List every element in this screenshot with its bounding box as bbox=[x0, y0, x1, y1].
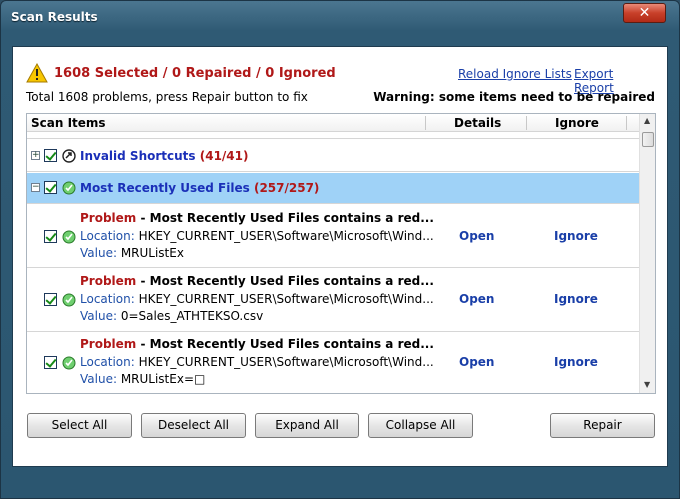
scan-results-window: Scan Results ✕ 1608 Selected / 0 Repaire… bbox=[0, 0, 680, 499]
value-line: Value: 0=Sales_ATHTEKSO.csv bbox=[80, 309, 264, 323]
list-item[interactable]: Problem - Most Recently Used Files conta… bbox=[27, 205, 639, 268]
ignore-link[interactable]: Ignore bbox=[554, 292, 598, 306]
scan-items-list[interactable]: Scan Items Details Ignore + Invalid Shor… bbox=[26, 113, 656, 394]
category-row-most-recently-used[interactable]: − Most Recently Used Files (257/257) bbox=[27, 173, 639, 204]
item-checkbox[interactable] bbox=[44, 356, 57, 369]
expand-toggle-icon[interactable]: + bbox=[31, 151, 40, 160]
category-title: Most Recently Used Files (257/257) bbox=[80, 181, 319, 195]
deselect-all-button[interactable]: Deselect All bbox=[141, 413, 246, 438]
category-checkbox[interactable] bbox=[44, 181, 57, 194]
summary-row: 1608 Selected / 0 Repaired / 0 Ignored R… bbox=[26, 63, 656, 95]
vertical-scrollbar[interactable]: ▲ ▼ bbox=[639, 114, 655, 393]
open-link[interactable]: Open bbox=[459, 229, 494, 243]
select-all-button[interactable]: Select All bbox=[27, 413, 132, 438]
value-line: Value: MRUListEx=□ bbox=[80, 372, 206, 386]
category-count: (257/257) bbox=[253, 181, 320, 195]
collapse-all-button[interactable]: Collapse All bbox=[368, 413, 473, 438]
item-checkbox[interactable] bbox=[44, 230, 57, 243]
open-link[interactable]: Open bbox=[459, 355, 494, 369]
collapse-toggle-icon[interactable]: − bbox=[31, 183, 40, 192]
close-button[interactable]: ✕ bbox=[623, 3, 666, 23]
registry-item-icon bbox=[62, 293, 76, 307]
category-count: (41/41) bbox=[199, 149, 249, 163]
location-line: Location: HKEY_CURRENT_USER\Software\Mic… bbox=[80, 355, 434, 369]
scan-summary: 1608 Selected / 0 Repaired / 0 Ignored bbox=[54, 66, 336, 81]
scroll-thumb[interactable] bbox=[642, 132, 654, 147]
reload-ignore-lists-link[interactable]: Reload Ignore Lists bbox=[458, 67, 572, 81]
category-name: Most Recently Used Files bbox=[80, 181, 250, 195]
list-item[interactable]: Problem - Most Recently Used Files conta… bbox=[27, 269, 639, 332]
column-divider bbox=[526, 116, 527, 130]
list-item[interactable]: Problem - Most Recently Used Files conta… bbox=[27, 333, 639, 393]
category-title: Invalid Shortcuts (41/41) bbox=[80, 149, 248, 163]
warning-icon bbox=[26, 63, 48, 83]
repair-warning-text: Warning: some items need to be repaired bbox=[373, 90, 655, 104]
scroll-down-icon[interactable]: ▼ bbox=[644, 380, 650, 389]
column-divider bbox=[425, 116, 426, 130]
problems-summary-text: Total 1608 problems, press Repair button… bbox=[26, 90, 308, 104]
ignore-link[interactable]: Ignore bbox=[554, 355, 598, 369]
value-line: Value: MRUListEx bbox=[80, 246, 184, 260]
problem-description: Problem - Most Recently Used Files conta… bbox=[80, 274, 434, 288]
column-ignore[interactable]: Ignore bbox=[555, 116, 599, 130]
location-line: Location: HKEY_CURRENT_USER\Software\Mic… bbox=[80, 229, 434, 243]
column-scan-items[interactable]: Scan Items bbox=[31, 116, 106, 130]
column-details[interactable]: Details bbox=[454, 116, 501, 130]
mru-icon bbox=[62, 181, 76, 195]
item-checkbox[interactable] bbox=[44, 293, 57, 306]
category-row-invalid-shortcuts[interactable]: + Invalid Shortcuts (41/41) bbox=[27, 140, 639, 172]
category-checkbox[interactable] bbox=[44, 149, 57, 162]
scroll-up-icon[interactable]: ▲ bbox=[644, 116, 650, 125]
results-panel: 1608 Selected / 0 Repaired / 0 Ignored R… bbox=[12, 46, 668, 467]
expand-all-button[interactable]: Expand All bbox=[255, 413, 359, 438]
column-divider bbox=[626, 116, 627, 130]
title-bar[interactable]: Scan Results ✕ bbox=[1, 1, 679, 35]
repair-button[interactable]: Repair bbox=[550, 413, 655, 438]
problem-description: Problem - Most Recently Used Files conta… bbox=[80, 211, 434, 225]
list-column-header: Scan Items Details Ignore bbox=[27, 114, 639, 132]
registry-item-icon bbox=[62, 230, 76, 244]
category-name: Invalid Shortcuts bbox=[80, 149, 196, 163]
shortcut-icon bbox=[62, 149, 76, 163]
problem-description: Problem - Most Recently Used Files conta… bbox=[80, 337, 434, 351]
location-line: Location: HKEY_CURRENT_USER\Software\Mic… bbox=[80, 292, 434, 306]
list-item-partial bbox=[27, 133, 639, 139]
registry-item-icon bbox=[62, 356, 76, 370]
window-title: Scan Results bbox=[11, 10, 98, 24]
ignore-link[interactable]: Ignore bbox=[554, 229, 598, 243]
open-link[interactable]: Open bbox=[459, 292, 494, 306]
